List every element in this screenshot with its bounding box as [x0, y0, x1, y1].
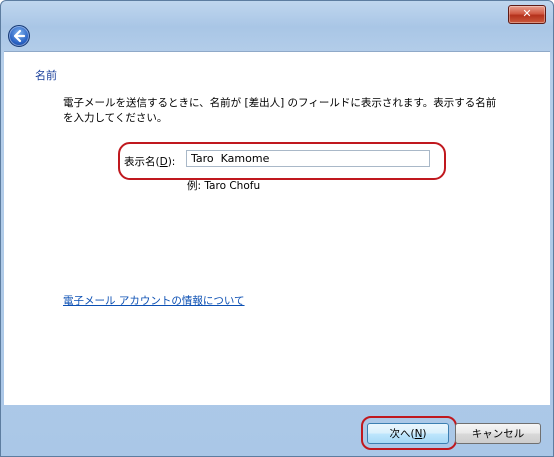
display-name-label: 表示名(D):: [124, 156, 176, 168]
back-button[interactable]: [8, 25, 30, 47]
wizard-window: ✕ 名前 電子メールを送信するときに、名前が [差出人] のフィールドに表示され…: [0, 0, 554, 457]
back-arrow-icon: [13, 29, 26, 43]
close-button[interactable]: ✕: [508, 5, 546, 24]
account-info-link[interactable]: 電子メール アカウントの情報について: [63, 293, 245, 308]
wizard-footer: 次へ(N) キャンセル: [4, 405, 550, 453]
wizard-content: 名前 電子メールを送信するときに、名前が [差出人] のフィールドに表示されます…: [4, 51, 550, 405]
display-name-input[interactable]: [186, 150, 430, 167]
next-button[interactable]: 次へ(N): [367, 423, 449, 444]
cancel-button[interactable]: キャンセル: [455, 423, 541, 444]
display-name-example: 例: Taro Chofu: [187, 180, 261, 192]
close-icon: ✕: [522, 7, 532, 20]
page-description: 電子メールを送信するときに、名前が [差出人] のフィールドに表示されます。表示…: [63, 97, 497, 124]
page-title: 名前: [35, 69, 57, 82]
